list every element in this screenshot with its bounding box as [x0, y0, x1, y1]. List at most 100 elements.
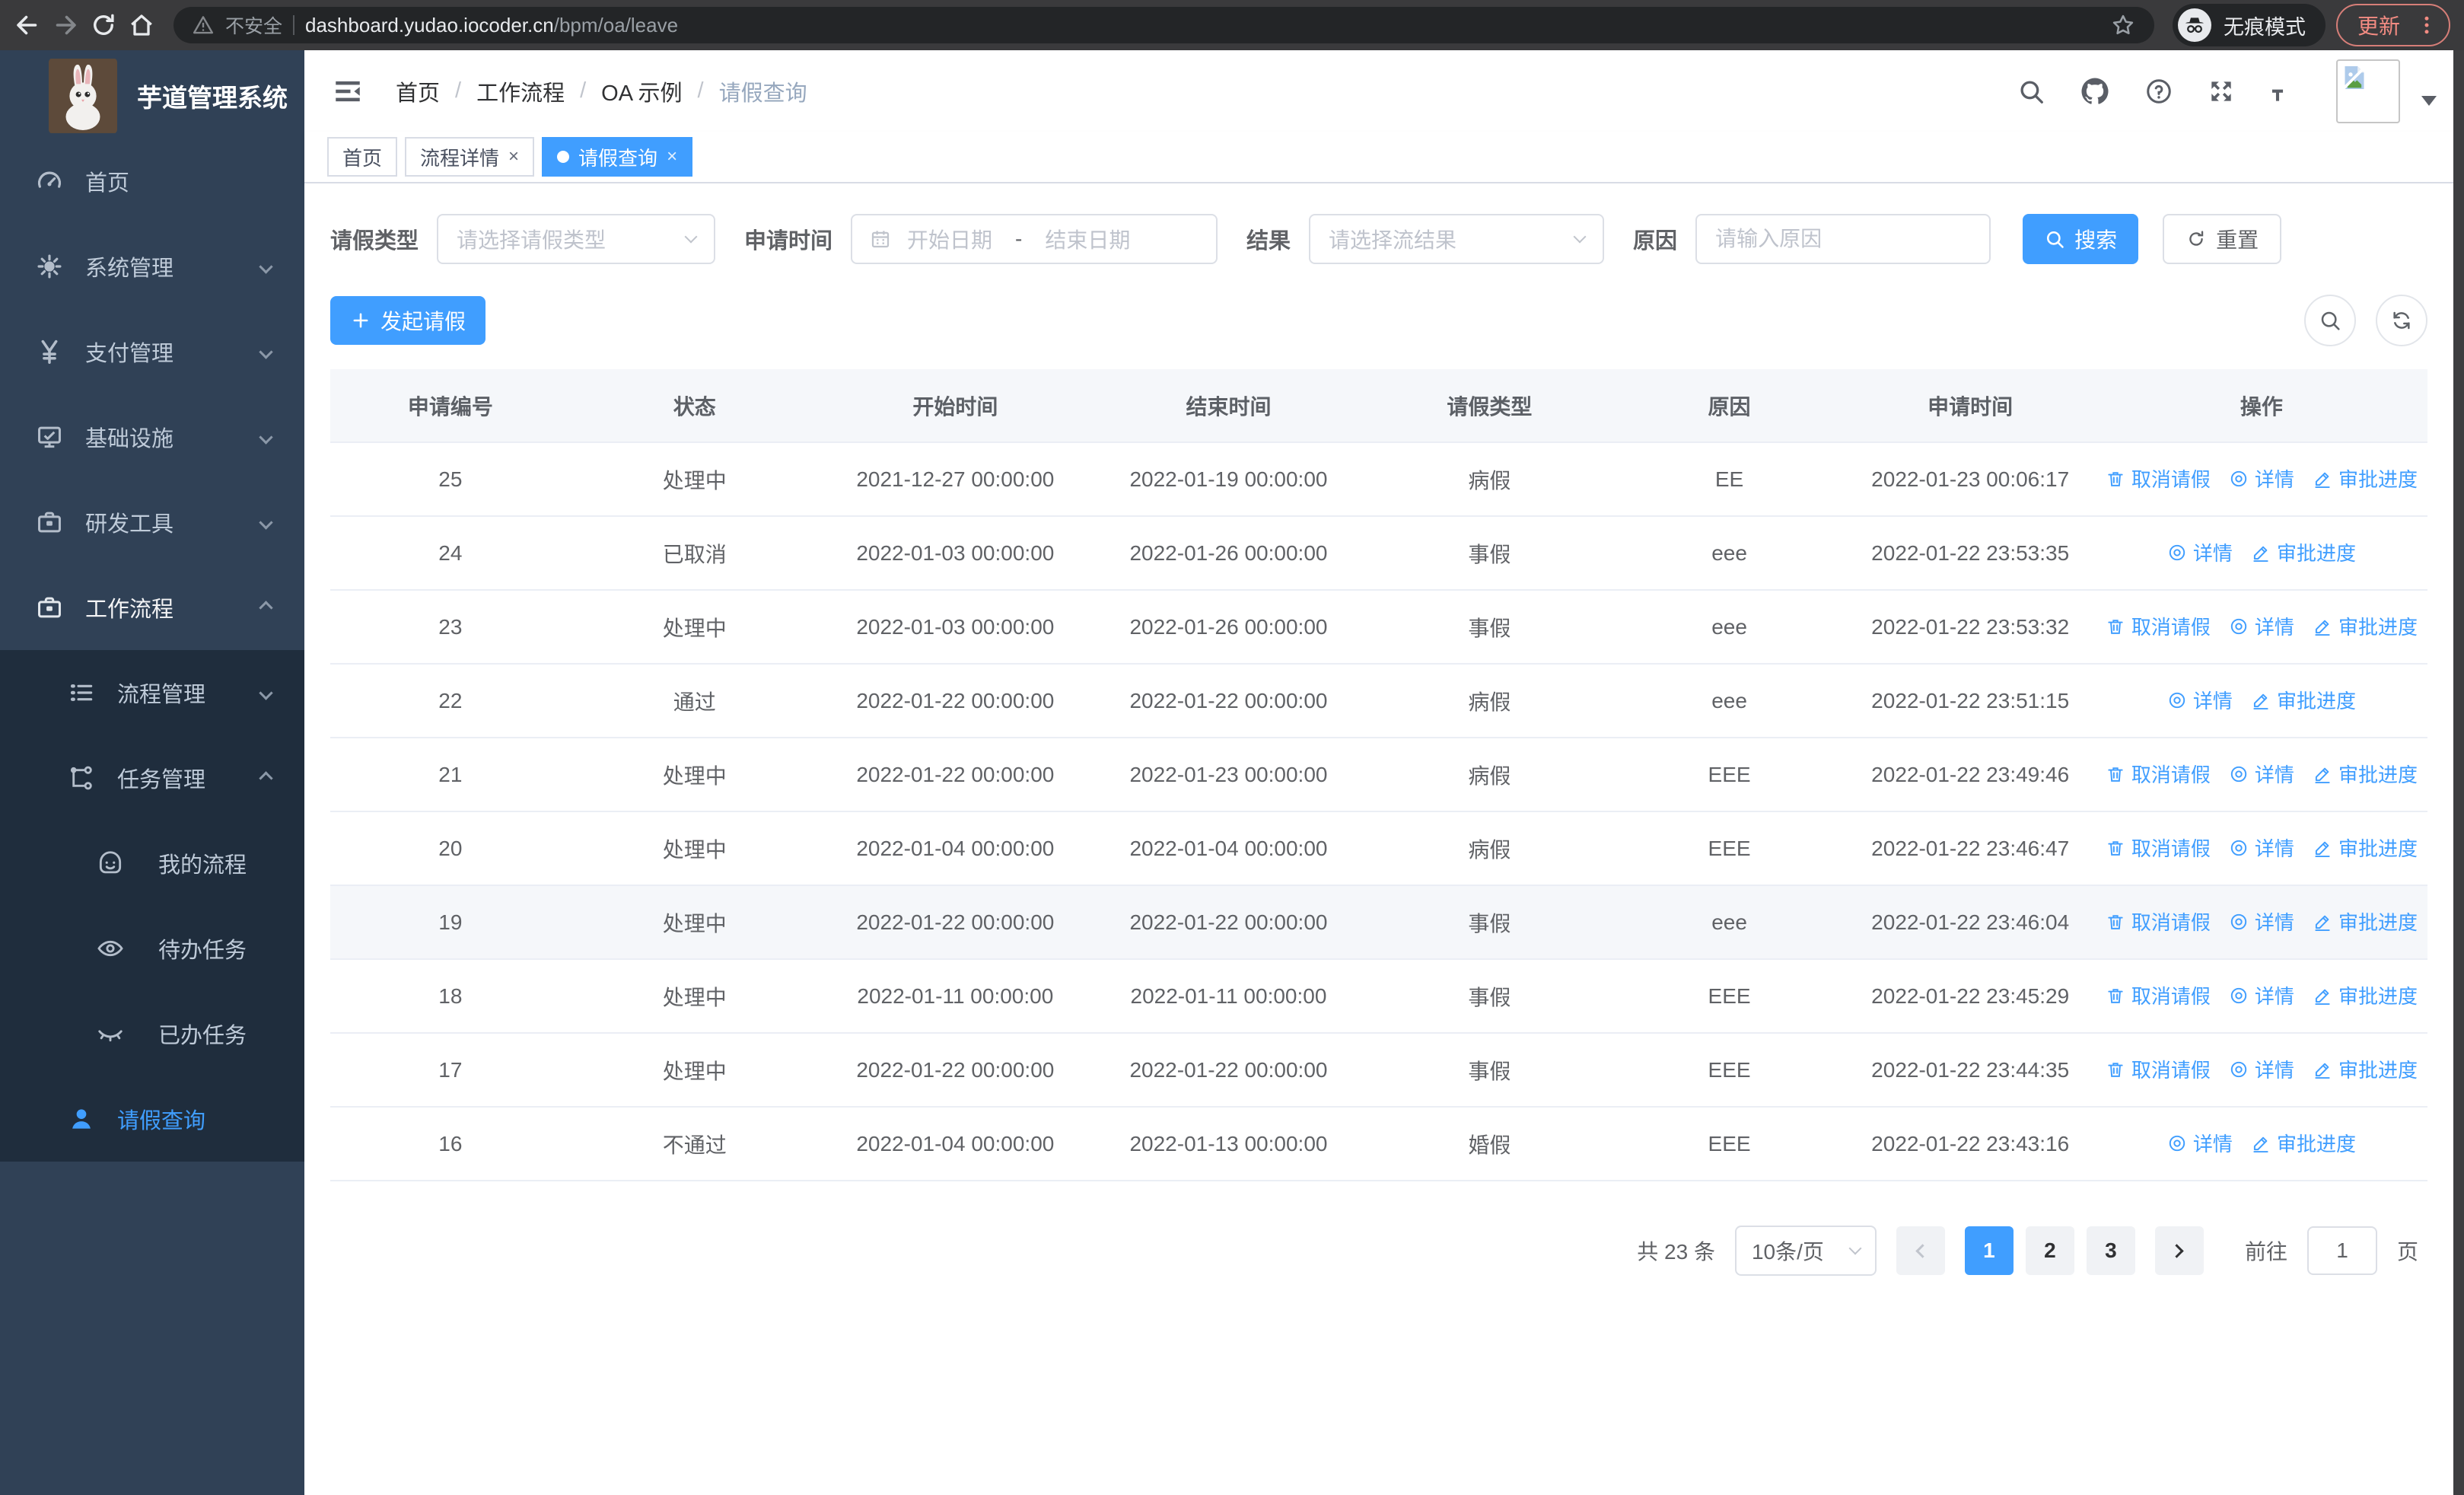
breadcrumb-item[interactable]: OA 示例 — [601, 75, 682, 107]
tab-home[interactable]: 首页 — [327, 137, 398, 177]
cell-leave-type: 病假 — [1365, 811, 1614, 886]
avatar[interactable] — [2336, 59, 2400, 123]
cell-apply-time: 2022-01-22 23:49:46 — [1845, 738, 2096, 812]
leave-type-select[interactable]: 请选择请假类型 — [437, 214, 716, 264]
user-icon — [67, 1105, 96, 1133]
search-button[interactable]: 搜索 — [2023, 214, 2139, 264]
action-progress[interactable]: 审批进度 — [2313, 907, 2418, 936]
fullscreen-icon[interactable] — [2207, 77, 2236, 106]
column-header: 申请编号 — [330, 369, 571, 443]
prev-page-button[interactable] — [1896, 1226, 1945, 1275]
action-progress[interactable]: 审批进度 — [2313, 1055, 2418, 1083]
help-icon[interactable] — [2144, 77, 2173, 106]
action-progress[interactable]: 审批进度 — [2313, 612, 2418, 640]
action-detail[interactable]: 详情 — [2229, 834, 2294, 862]
sidebar-item-todo-tasks[interactable]: 待办任务 — [0, 906, 304, 991]
sidebar-item-process-mgmt[interactable]: 流程管理 — [0, 650, 304, 735]
action-progress[interactable]: 审批进度 — [2313, 834, 2418, 862]
apply-time-range-picker[interactable]: 开始日期 - 结束日期 — [851, 214, 1218, 264]
cell-leave-type: 事假 — [1365, 590, 1614, 665]
page-size-select[interactable]: 10条/页 — [1734, 1226, 1877, 1276]
action-cancel[interactable]: 取消请假 — [2106, 464, 2211, 492]
action-detail[interactable]: 详情 — [2229, 464, 2294, 492]
update-button[interactable]: 更新 — [2335, 4, 2450, 46]
tab-leave-query[interactable]: 请假查询 × — [542, 137, 693, 177]
tab-process-detail[interactable]: 流程详情 × — [405, 137, 535, 177]
action-detail[interactable]: 详情 — [2229, 760, 2294, 788]
action-detail[interactable]: 详情 — [2167, 538, 2233, 566]
leave-table: 申请编号 状态 开始时间 结束时间 请假类型 原因 申请时间 操作 25 处理中 2021-12-… — [330, 369, 2427, 1181]
action-detail[interactable]: 详情 — [2229, 907, 2294, 936]
cell-reason: eee — [1613, 590, 1845, 665]
chevron-down-icon — [259, 515, 273, 530]
action-cancel[interactable]: 取消请假 — [2106, 760, 2211, 788]
reset-button[interactable]: 重置 — [2163, 214, 2282, 264]
active-tab-dot — [557, 151, 570, 163]
page-button-2[interactable]: 2 — [2025, 1226, 2074, 1275]
sidebar-item-leave-query[interactable]: 请假查询 — [0, 1076, 304, 1162]
action-cancel[interactable]: 取消请假 — [2106, 834, 2211, 862]
browser-menu-icon[interactable] — [2415, 14, 2438, 37]
trash-icon — [2106, 1060, 2125, 1079]
sidebar-item-workflow[interactable]: 工作流程 — [0, 565, 304, 650]
search-icon[interactable] — [2017, 77, 2045, 106]
font-size-icon[interactable] — [2269, 77, 2303, 106]
tags-view: 首页 流程详情 × 请假查询 × — [304, 132, 2464, 183]
sidebar-item-task-mgmt[interactable]: 任务管理 — [0, 735, 304, 821]
action-detail[interactable]: 详情 — [2167, 686, 2233, 714]
sidebar-item-devtools[interactable]: 研发工具 — [0, 480, 304, 565]
browser-scrollbar[interactable] — [2453, 50, 2464, 1495]
breadcrumb-item: 请假查询 — [718, 81, 807, 106]
action-progress[interactable]: 审批进度 — [2251, 1129, 2356, 1157]
cell-start-time: 2022-01-22 00:00:00 — [818, 738, 1092, 812]
close-icon[interactable]: × — [508, 148, 519, 166]
action-cancel[interactable]: 取消请假 — [2106, 612, 2211, 640]
action-detail[interactable]: 详情 — [2229, 981, 2294, 1009]
action-detail[interactable]: 详情 — [2229, 612, 2294, 640]
close-icon[interactable]: × — [667, 148, 677, 166]
sidebar-item-payment[interactable]: 支付管理 — [0, 309, 304, 394]
action-cancel[interactable]: 取消请假 — [2106, 981, 2211, 1009]
action-detail[interactable]: 详情 — [2167, 1129, 2233, 1157]
url-bar[interactable]: 不安全 dashboard.yudao.iocoder.cn/bpm/oa/le… — [173, 7, 2154, 43]
tab-label: 首页 — [342, 146, 383, 170]
refresh-button[interactable] — [2376, 295, 2427, 346]
page-button-1[interactable]: 1 — [1964, 1226, 2014, 1275]
browser-home-icon[interactable] — [128, 11, 155, 39]
sidebar-item-system[interactable]: 系统管理 — [0, 224, 304, 309]
action-progress[interactable]: 审批进度 — [2313, 981, 2418, 1009]
action-progress[interactable]: 审批进度 — [2313, 760, 2418, 788]
action-detail[interactable]: 详情 — [2229, 1055, 2294, 1083]
sidebar-collapse-icon[interactable] — [332, 75, 364, 107]
action-progress[interactable]: 审批进度 — [2251, 686, 2356, 714]
cell-apply-time: 2022-01-22 23:46:47 — [1845, 811, 2096, 886]
column-header: 原因 — [1613, 369, 1845, 443]
logo-row[interactable]: 芋道管理系统 — [0, 50, 304, 139]
breadcrumb-item[interactable]: 首页 — [396, 75, 440, 107]
cell-id: 18 — [330, 959, 571, 1034]
chevron-down-icon[interactable] — [2421, 96, 2437, 106]
page-button-3[interactable]: 3 — [2086, 1226, 2135, 1275]
sidebar-item-my-process[interactable]: 我的流程 — [0, 821, 304, 906]
breadcrumb-item[interactable]: 工作流程 — [476, 75, 565, 107]
action-progress[interactable]: 审批进度 — [2313, 464, 2418, 492]
action-cancel[interactable]: 取消请假 — [2106, 1055, 2211, 1083]
sidebar-item-home[interactable]: 首页 — [0, 139, 304, 224]
browser-back-icon[interactable] — [14, 11, 41, 39]
github-icon[interactable] — [2079, 75, 2111, 107]
cell-end-time: 2022-01-26 00:00:00 — [1091, 590, 1366, 665]
create-leave-button[interactable]: 发起请假 — [330, 296, 486, 345]
sidebar-item-infra[interactable]: 基础设施 — [0, 394, 304, 480]
action-cancel[interactable]: 取消请假 — [2106, 907, 2211, 936]
browser-reload-icon[interactable] — [90, 11, 117, 39]
browser-forward-icon[interactable] — [52, 11, 79, 39]
cell-reason: eee — [1613, 885, 1845, 960]
bookmark-star-icon[interactable] — [2110, 12, 2136, 38]
goto-page-input[interactable] — [2306, 1226, 2377, 1275]
result-select[interactable]: 请选择流结果 — [1309, 214, 1605, 264]
action-progress[interactable]: 审批进度 — [2251, 538, 2356, 566]
next-page-button[interactable] — [2154, 1226, 2204, 1275]
sidebar-item-done-tasks[interactable]: 已办任务 — [0, 991, 304, 1076]
reason-input[interactable] — [1695, 214, 1991, 264]
search-toggle-button[interactable] — [2304, 295, 2356, 346]
